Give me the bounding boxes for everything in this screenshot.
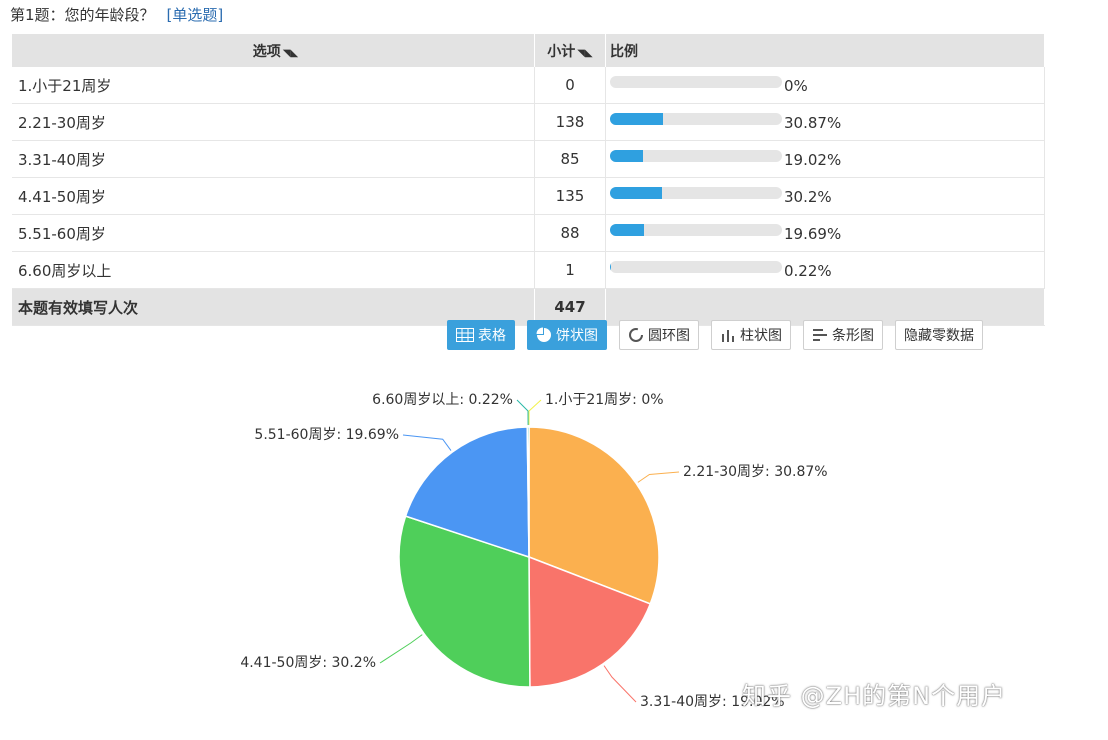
percent-text: 30.2%	[784, 188, 832, 206]
pie-slice-label: 1.小于21周岁: 0%	[545, 392, 664, 408]
option-ratio: 19.02%	[605, 140, 1045, 178]
progress-bar-fill	[610, 113, 664, 125]
progress-bar-fill	[610, 150, 643, 162]
pie-slice-label: 5.51-60周岁: 19.69%	[254, 427, 399, 443]
table-row: 1.小于21周岁 0 0%	[12, 67, 1045, 104]
table-row: 4.41-50周岁 135 30.2%	[12, 177, 1045, 215]
column-chart-button[interactable]: 柱状图	[711, 320, 791, 350]
progress-bar-fill	[610, 224, 644, 236]
percent-text: 0.22%	[784, 262, 832, 280]
pie-leader-line	[603, 665, 637, 703]
progress-bar	[610, 113, 782, 125]
watermark: 知乎 @ZH的第N个用户	[742, 682, 1007, 710]
progress-bar-fill	[610, 187, 662, 199]
option-count: 0	[534, 67, 606, 104]
sort-icon[interactable]: ◥◣	[577, 48, 592, 59]
pie-chart-button[interactable]: 饼状图	[527, 320, 607, 350]
option-label: 6.60周岁以上	[12, 251, 535, 289]
progress-bar	[610, 187, 782, 199]
option-ratio: 0.22%	[605, 251, 1045, 289]
table-view-button[interactable]: 表格	[447, 320, 515, 350]
table-row: 3.31-40周岁 85 19.02%	[12, 140, 1045, 178]
pie-chart-icon	[536, 327, 552, 343]
ring-chart-icon	[628, 327, 644, 343]
table-row: 6.60周岁以上 1 0.22%	[12, 251, 1045, 289]
option-label: 2.21-30周岁	[12, 103, 535, 141]
question-title: 第1题：您的年龄段？ [单选题]	[10, 4, 223, 25]
option-label: 5.51-60周岁	[12, 214, 535, 252]
progress-bar	[610, 150, 782, 162]
progress-bar	[610, 224, 782, 236]
question-text: 第1题：您的年龄段？	[10, 6, 155, 24]
option-label: 3.31-40周岁	[12, 140, 535, 178]
progress-bar	[610, 261, 782, 273]
table-row: 2.21-30周岁 138 30.87%	[12, 103, 1045, 141]
option-ratio: 19.69%	[605, 214, 1045, 252]
option-ratio: 30.87%	[605, 103, 1045, 141]
pie-leader-line	[516, 399, 529, 426]
pie-leader-line	[528, 399, 542, 425]
hide-zero-data-button[interactable]: 隐藏零数据	[895, 320, 983, 350]
option-ratio: 0%	[605, 67, 1045, 104]
table-icon	[456, 328, 474, 342]
option-count: 138	[534, 103, 606, 141]
table-row: 5.51-60周岁 88 19.69%	[12, 214, 1045, 252]
option-label: 1.小于21周岁	[12, 67, 535, 104]
column-chart-icon	[720, 327, 736, 343]
option-count: 1	[534, 251, 606, 289]
sort-icon[interactable]: ◥◣	[283, 48, 298, 59]
header-count[interactable]: 小计 ◥◣	[534, 34, 606, 67]
bar-chart-button[interactable]: 条形图	[803, 320, 883, 350]
option-count: 88	[534, 214, 606, 252]
pie-leader-line	[637, 471, 680, 483]
result-table: 选项 ◥◣ 小计 ◥◣ 比例 1.小于21周岁 0 0% 2.21-30周岁 138 30.8…	[12, 34, 1045, 326]
percent-text: 0%	[784, 77, 808, 95]
option-count: 135	[534, 177, 606, 215]
percent-text: 19.02%	[784, 151, 842, 169]
pie-leader-line	[379, 634, 423, 664]
header-option[interactable]: 选项 ◥◣	[12, 34, 535, 67]
option-ratio: 30.2%	[605, 177, 1045, 215]
pie-slice-label: 6.60周岁以上: 0.22%	[372, 392, 513, 408]
chart-type-toolbar: 表格 饼状图 圆环图 柱状图 条形图 隐藏零数据	[447, 320, 983, 350]
progress-bar	[610, 76, 782, 88]
bar-chart-icon	[812, 327, 828, 343]
ring-chart-button[interactable]: 圆环图	[619, 320, 699, 350]
percent-text: 30.87%	[784, 114, 842, 132]
pie-leader-line	[402, 434, 452, 451]
option-label: 4.41-50周岁	[12, 177, 535, 215]
option-count: 85	[534, 140, 606, 178]
pie-slice-label: 4.41-50周岁: 30.2%	[240, 655, 376, 671]
header-ratio: 比例	[605, 34, 1045, 67]
percent-text: 19.69%	[784, 225, 842, 243]
pie-slice-label: 2.21-30周岁: 30.87%	[683, 464, 828, 480]
question-type: [单选题]	[166, 6, 224, 24]
